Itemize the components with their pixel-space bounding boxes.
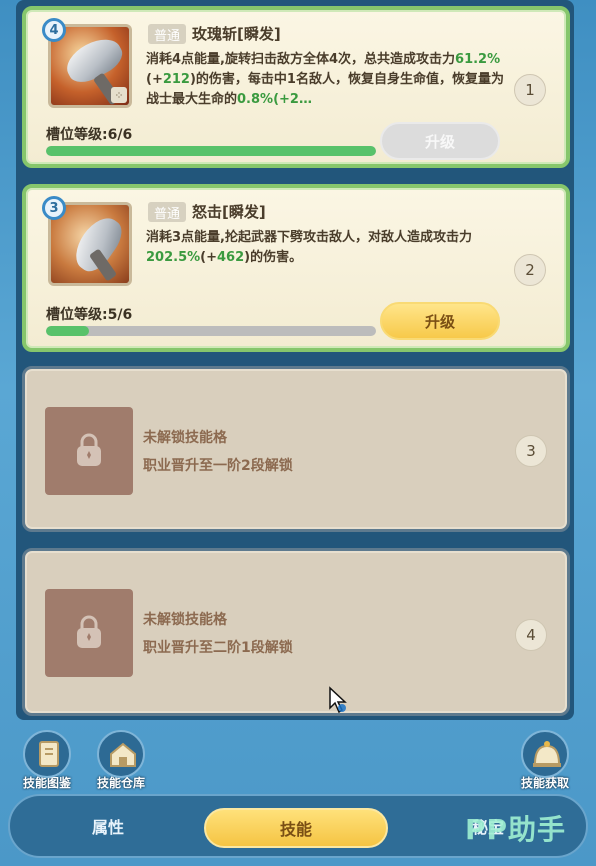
lock-icon bbox=[77, 433, 101, 466]
lock-icon bbox=[77, 615, 101, 648]
desc-text: 消耗3点能量,抡起武器下劈攻击敌人，对敌人造成攻击力 bbox=[146, 230, 472, 245]
skill-slot-3-locked[interactable]: 未解锁技能格 职业晋升至一阶2段解锁 3 bbox=[22, 366, 570, 532]
book-icon bbox=[23, 730, 71, 778]
desc-value: 61.2% bbox=[455, 52, 501, 67]
desc-text: )的伤害，每击中1名敌人，恢复自身生命值，恢复量为战士最大生命的 bbox=[146, 72, 504, 107]
unlock-condition: 职业晋升至二阶1段解锁 bbox=[143, 640, 293, 656]
desc-text: )的伤害。 bbox=[244, 250, 303, 265]
skill-warehouse-button[interactable]: 技能仓库 bbox=[86, 730, 156, 791]
slot-number: 4 bbox=[515, 619, 547, 651]
desc-value: 0.8% bbox=[237, 92, 274, 107]
slot-level-label: 槽位等级:5/6 bbox=[46, 307, 133, 323]
progress-fill bbox=[46, 326, 89, 336]
progress-fill bbox=[46, 146, 376, 156]
locked-slot-title: 未解锁技能格 bbox=[143, 612, 227, 628]
desc-value: 212 bbox=[162, 72, 190, 87]
dome-icon bbox=[521, 730, 569, 778]
tab-attributes[interactable]: 属性 bbox=[28, 808, 188, 848]
tab-skills[interactable]: 技能 bbox=[204, 808, 388, 848]
skill-level-badge: 3 bbox=[42, 196, 66, 220]
skill-level-badge: 4 bbox=[42, 18, 66, 42]
slot-number: 2 bbox=[514, 254, 546, 286]
slot-number: 1 bbox=[514, 74, 546, 106]
slot-level-label: 槽位等级:6/6 bbox=[46, 127, 133, 143]
desc-text: 消耗4点能量,旋转扫击敌方全体4次，总共造成攻击力 bbox=[146, 52, 456, 67]
skill-name: 玫瑰斩[瞬发] bbox=[192, 25, 281, 43]
skill-slot-4-locked[interactable]: 未解锁技能格 职业晋升至二阶1段解锁 4 bbox=[22, 548, 570, 716]
desc-value: (+2… bbox=[273, 92, 312, 107]
dice-icon: ⁘ bbox=[111, 87, 127, 103]
desc-text: (+ bbox=[200, 250, 217, 265]
mouse-cursor-icon bbox=[329, 686, 347, 714]
warehouse-icon bbox=[97, 730, 145, 778]
skill-name: 怒击[瞬发] bbox=[192, 203, 266, 221]
skill-atlas-button[interactable]: 技能图鉴 bbox=[12, 730, 82, 791]
skill-description: 消耗4点能量,旋转扫击敌方全体4次，总共造成攻击力61.2% (+212)的伤害，… bbox=[146, 50, 508, 110]
upgrade-button[interactable]: 升级 bbox=[380, 122, 500, 160]
skill-slot-1[interactable]: ⁘ 4 普通 玫瑰斩[瞬发] 消耗4点能量,旋转扫击敌方全体4次，总共造成攻击力… bbox=[22, 6, 570, 168]
upgrade-button[interactable]: 升级 bbox=[380, 302, 500, 340]
watermark-text: PP助手 bbox=[464, 813, 566, 846]
locked-slot-box bbox=[45, 407, 133, 495]
skill-description: 消耗3点能量,抡起武器下劈攻击敌人，对敌人造成攻击力 202.5%(+462)的伤… bbox=[146, 228, 508, 272]
desc-value: 202.5% bbox=[146, 250, 201, 265]
slot-level-progress bbox=[46, 326, 376, 336]
skill-slot-2[interactable]: 3 普通 怒击[瞬发] 消耗3点能量,抡起武器下劈攻击敌人，对敌人造成攻击力 20… bbox=[22, 184, 570, 352]
locked-slot-title: 未解锁技能格 bbox=[143, 430, 227, 446]
skill-type-tag: 普通 bbox=[148, 202, 187, 222]
slot-number: 3 bbox=[515, 435, 547, 467]
skill-type-tag: 普通 bbox=[148, 24, 187, 44]
locked-slot-box bbox=[45, 589, 133, 677]
desc-text: (+ bbox=[146, 72, 163, 87]
skill-obtain-button[interactable]: 技能获取 bbox=[510, 730, 580, 791]
desc-value: 462 bbox=[217, 250, 245, 265]
unlock-condition: 职业晋升至一阶2段解锁 bbox=[143, 458, 293, 474]
slot-level-progress bbox=[46, 146, 376, 156]
